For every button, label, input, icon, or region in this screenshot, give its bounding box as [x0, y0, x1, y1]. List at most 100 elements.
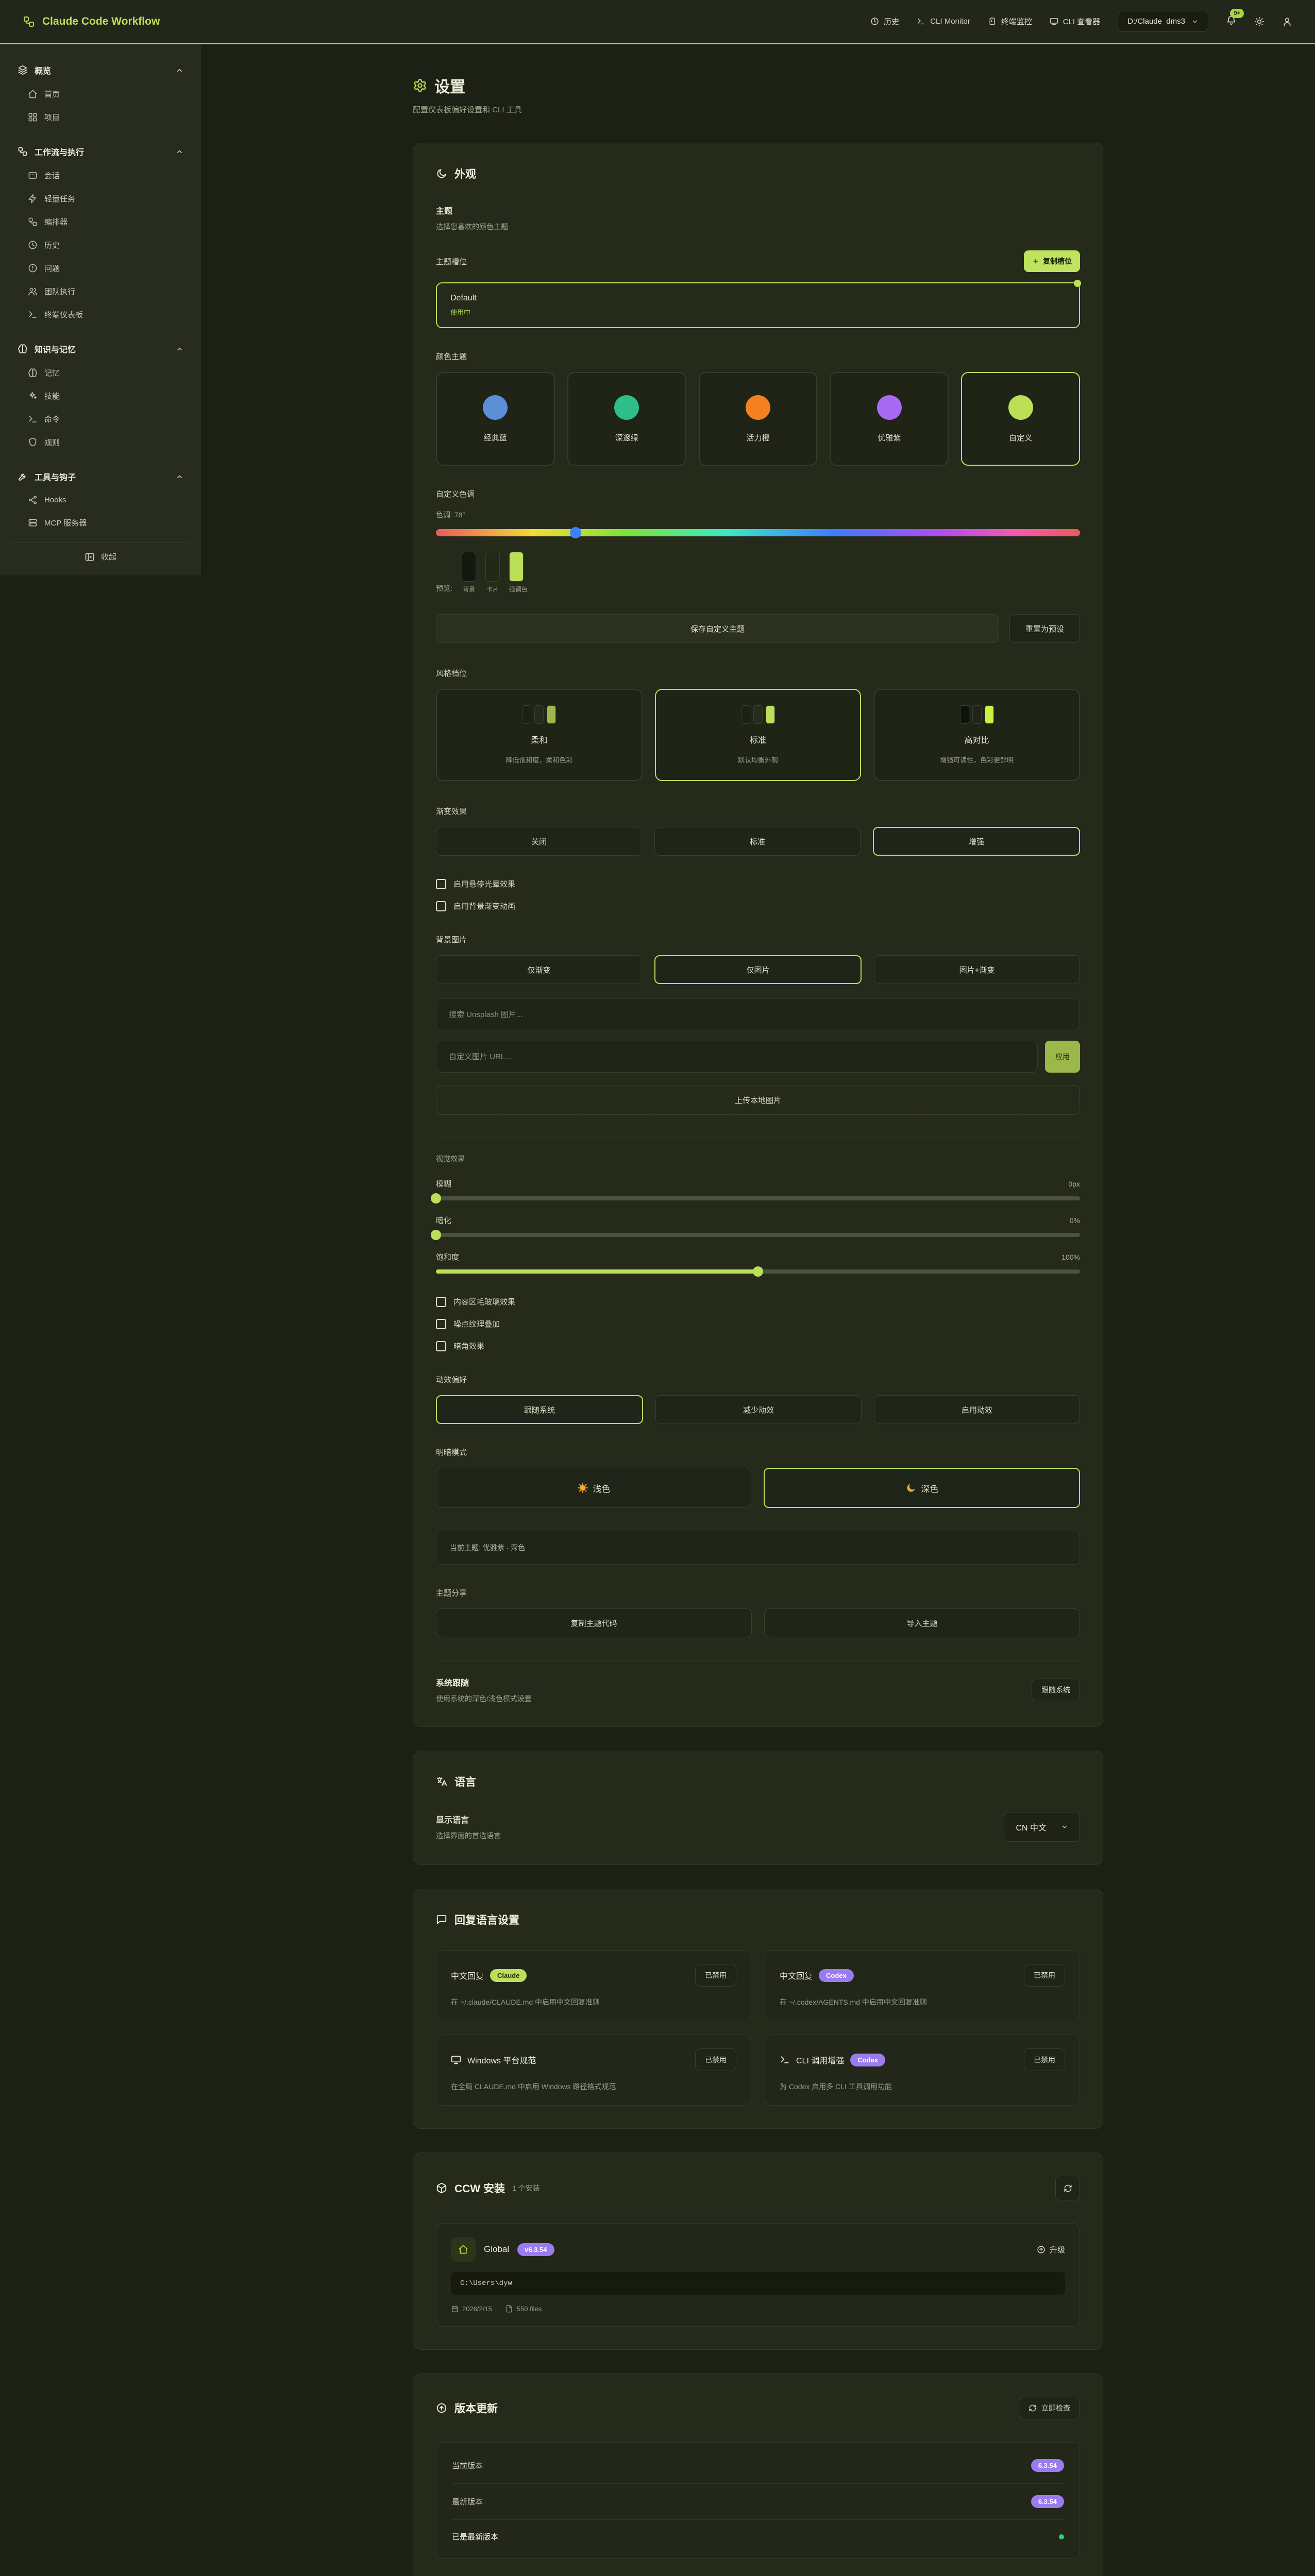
user-menu-button[interactable]	[1282, 16, 1292, 27]
apply-url-button[interactable]: 应用	[1045, 1041, 1080, 1073]
sidebar-item-hooks[interactable]: Hooks	[12, 489, 189, 511]
check-now-button[interactable]: 立即检查	[1019, 2397, 1080, 2419]
glass-checkbox[interactable]	[436, 1297, 446, 1307]
system-follow-button[interactable]: 跟随系统	[1032, 1679, 1080, 1701]
header-nav: 历史 CLI Monitor 终端监控 CLI 查看器 D:/Claude_dm…	[870, 11, 1292, 32]
style-option-standard[interactable]: 标准 默认均衡外观	[655, 689, 862, 781]
toggle-disabled-button[interactable]: 已禁用	[1024, 1964, 1065, 1987]
blur-slider-thumb[interactable]	[431, 1193, 441, 1204]
sidebar-section-knowledge[interactable]: 知识与记忆	[12, 336, 189, 361]
theme-option-custom[interactable]: 自定义	[961, 372, 1080, 466]
toggle-disabled-button[interactable]: 已禁用	[1024, 2048, 1065, 2071]
style-option-soft[interactable]: 柔和 降低饱和度，柔和色彩	[436, 689, 643, 781]
bg-anim-checkbox-row[interactable]: 启用背景渐变动画	[436, 901, 1080, 911]
save-custom-theme-button[interactable]: 保存自定义主题	[436, 614, 999, 643]
darken-slider[interactable]	[436, 1233, 1080, 1237]
sidebar-collapse-button[interactable]: 收起	[12, 543, 189, 570]
nav-terminal-monitor[interactable]: 终端监控	[988, 16, 1032, 27]
gradient-option-standard[interactable]: 标准	[654, 827, 861, 856]
upload-local-image-button[interactable]: 上传本地图片	[436, 1085, 1080, 1115]
theme-name: 经典蓝	[484, 432, 507, 443]
motion-enable[interactable]: 启用动效	[874, 1395, 1080, 1424]
sidebar-section-workflow[interactable]: 工作流与执行	[12, 139, 189, 164]
nav-cli-viewer[interactable]: CLI 查看器	[1050, 16, 1101, 27]
copy-slot-label: 复制槽位	[1043, 256, 1072, 266]
workflow-icon	[28, 217, 38, 227]
sidebar-item-home[interactable]: 首页	[12, 82, 189, 106]
project-selector[interactable]: D:/Claude_dms3	[1118, 11, 1208, 32]
hover-glow-checkbox[interactable]	[436, 879, 446, 889]
hue-slider-thumb[interactable]	[570, 527, 581, 538]
glass-checkbox-row[interactable]: 内容区毛玻璃效果	[436, 1296, 1080, 1307]
sidebar: 概览 首页 项目 工作流与执行 会话 轻量任务 编排器 历史 问题 团队执行 终…	[0, 44, 201, 575]
theme-option-deep-green[interactable]: 深邃绿	[567, 372, 686, 466]
custom-url-input[interactable]	[436, 1041, 1038, 1073]
bg-mode-image-only[interactable]: 仅图片	[654, 955, 862, 984]
bg-mode-gradient-only[interactable]: 仅渐变	[436, 955, 642, 984]
vignette-checkbox[interactable]	[436, 1341, 446, 1351]
notifications-button[interactable]: 9+	[1226, 15, 1237, 28]
sidebar-item-history[interactable]: 历史	[12, 233, 189, 257]
nav-cli-monitor[interactable]: CLI Monitor	[917, 17, 970, 26]
slot-label: 主题槽位	[436, 256, 467, 267]
saturation-slider[interactable]	[436, 1269, 1080, 1274]
sidebar-item-commands[interactable]: 命令	[12, 408, 189, 431]
bg-anim-checkbox[interactable]	[436, 901, 446, 911]
blur-slider[interactable]	[436, 1196, 1080, 1200]
theme-share-label: 主题分享	[436, 1587, 1080, 1598]
theme-option-vibrant-orange[interactable]: 活力橙	[699, 372, 818, 466]
language-title: 语言	[454, 1774, 476, 1789]
sidebar-item-issues[interactable]: 问题	[12, 257, 189, 280]
copy-theme-code-button[interactable]: 复制主题代码	[436, 1608, 752, 1637]
sidebar-item-mcp-server[interactable]: MCP 服务器	[12, 511, 189, 534]
toggle-disabled-button[interactable]: 已禁用	[695, 1964, 736, 1987]
style-option-high-contrast[interactable]: 高对比 增强可读性，色彩更鲜明	[873, 689, 1080, 781]
import-theme-button[interactable]: 导入主题	[764, 1608, 1080, 1637]
language-select[interactable]: CN 中文	[1004, 1812, 1080, 1842]
theme-option-classic-blue[interactable]: 经典蓝	[436, 372, 555, 466]
nav-history[interactable]: 历史	[870, 16, 899, 27]
theme-slot-default[interactable]: Default 使用中	[436, 282, 1080, 328]
sidebar-item-light-tasks[interactable]: 轻量任务	[12, 187, 189, 210]
noise-checkbox-row[interactable]: 噪点纹理叠加	[436, 1318, 1080, 1329]
gradient-option-enhanced[interactable]: 增强	[873, 827, 1080, 856]
gradient-option-off[interactable]: 关闭	[436, 827, 642, 856]
sidebar-item-orchestrator[interactable]: 编排器	[12, 210, 189, 233]
sidebar-section-overview[interactable]: 概览	[12, 58, 189, 82]
user-icon	[1282, 16, 1292, 27]
version-status: 已是最新版本	[452, 2531, 498, 2542]
sidebar-item-projects[interactable]: 项目	[12, 106, 189, 129]
theme-toggle-button[interactable]	[1254, 16, 1265, 27]
light-mode-button[interactable]: 浅色	[436, 1468, 751, 1508]
saturation-slider-thumb[interactable]	[753, 1266, 763, 1277]
sidebar-item-sessions[interactable]: 会话	[12, 164, 189, 187]
motion-reduce[interactable]: 减少动效	[655, 1395, 862, 1424]
noise-checkbox[interactable]	[436, 1319, 446, 1329]
hover-glow-checkbox-row[interactable]: 启用悬停光晕效果	[436, 878, 1080, 889]
toggle-disabled-button[interactable]: 已禁用	[695, 2048, 736, 2071]
nav-cli-viewer-label: CLI 查看器	[1063, 16, 1101, 27]
bg-mode-image-gradient[interactable]: 图片+渐变	[874, 955, 1080, 984]
sidebar-item-terminal-dashboard[interactable]: 终端仪表板	[12, 303, 189, 326]
collapse-label: 收起	[101, 551, 116, 562]
theme-option-elegant-purple[interactable]: 优雅紫	[830, 372, 949, 466]
vignette-checkbox-row[interactable]: 暗角效果	[436, 1341, 1080, 1351]
sidebar-item-team-execution[interactable]: 团队执行	[12, 280, 189, 303]
sidebar-item-rules[interactable]: 规则	[12, 431, 189, 454]
motion-follow-system[interactable]: 跟随系统	[436, 1395, 643, 1424]
hue-slider[interactable]	[436, 529, 1080, 536]
sidebar-item-memory[interactable]: 记忆	[12, 361, 189, 384]
dark-mode-button[interactable]: 深色	[764, 1468, 1080, 1508]
unsplash-search-input[interactable]	[436, 998, 1080, 1030]
sidebar-section-tools[interactable]: 工具与钩子	[12, 464, 189, 489]
collapse-icon	[85, 552, 95, 562]
ccw-refresh-button[interactable]	[1055, 2176, 1080, 2200]
darken-slider-thumb[interactable]	[431, 1230, 441, 1240]
copy-slot-button[interactable]: 复制槽位	[1024, 250, 1080, 272]
reset-preset-button[interactable]: 重置为预设	[1009, 614, 1080, 643]
item-label: 编排器	[44, 216, 68, 227]
item-label: MCP 服务器	[44, 517, 87, 528]
upgrade-button[interactable]: 升级	[1037, 2244, 1065, 2255]
sidebar-item-skills[interactable]: 技能	[12, 384, 189, 408]
layers-icon	[18, 65, 28, 75]
